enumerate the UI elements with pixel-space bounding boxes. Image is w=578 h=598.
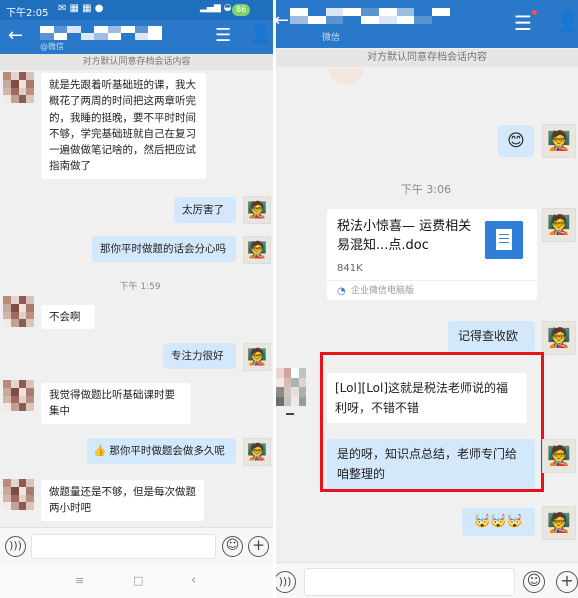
contact-avatar[interactable] [3,296,34,327]
message-input[interactable] [304,568,515,596]
status-bar: 下午2:05 ✉ ▦ ▦ ● ▂▄▆ ◒ 86 [0,0,273,20]
system-nav-bar: ≡ □ ‹ [0,565,273,598]
my-avatar[interactable]: 🧑‍🏫 [243,438,271,466]
archive-notice: 对方默认同意存档会话内容 [0,54,273,70]
message-bubble[interactable]: 记得查收欧 [448,321,535,352]
back-nav-icon[interactable]: ‹ [191,573,196,588]
my-avatar[interactable]: 🧑‍🏫 [542,124,576,158]
voice-input-icon[interactable]: ))) [5,536,26,557]
message-input[interactable] [31,534,216,559]
message-bubble[interactable]: 我觉得做题比听基础课时要集中 [41,383,191,424]
menu-nav-icon[interactable]: ≡ [75,574,84,587]
menu-icon[interactable]: ☰ [215,25,231,46]
my-avatar[interactable]: 🧑‍🏫 [243,196,271,224]
right-chat-screenshot: ← 微信 ☰ 👤 对方默认同意存档会话内容 😊 🧑‍🏫 下午 3:06 税法小惊… [276,0,578,598]
emoji-icon[interactable]: ☺ [222,536,243,557]
my-avatar[interactable]: 🧑‍🏫 [243,236,271,264]
contact-subtitle: 微信 [322,33,341,43]
my-avatar[interactable]: 🧑‍🏫 [542,506,576,540]
back-arrow-icon[interactable]: ← [8,25,23,46]
message-bubble[interactable]: 是的呀，知识点总结，老师专门给咱整理的 [327,439,535,489]
my-avatar[interactable]: 🧑‍🏫 [243,343,271,371]
timestamp: 下午 3:06 [400,183,452,196]
message-bubble[interactable]: 就是先跟着听基础班的课，我大概花了两周的时间把这两章听完的，我睡的挺晚，要不平时… [41,73,206,179]
menu-icon[interactable]: ☰ [514,11,532,35]
wecom-icon: ◔ [337,286,346,297]
message-bubble[interactable]: 那你平时做题的话会分心吗 [92,236,236,263]
file-card[interactable]: 税法小惊喜— 运费相关易混知...点.doc 841K ◔ 企业微信电脑版 [327,209,537,300]
chat-header: ← @微信 ☰ 👤 [0,20,273,54]
my-avatar[interactable]: 🧑‍🏫 [542,439,576,473]
contact-avatar[interactable] [3,479,34,510]
status-time: 下午2:05 [6,8,49,19]
profile-icon[interactable]: 👤 [249,24,271,45]
file-title: 税法小惊喜— 运费相关易混知...点.doc [337,219,472,253]
chat-header: ← 微信 ☰ 👤 [276,0,578,48]
battery-icon: 86 [232,4,251,16]
message-bubble[interactable]: 不会啊 [41,305,95,330]
contact-avatar[interactable] [3,72,34,103]
message-bubble[interactable]: 专注力很好 [163,343,236,370]
timestamp: 下午 1:59 [119,282,161,292]
contact-subtitle: @微信 [40,42,64,51]
doc-file-icon [485,221,523,259]
voice-input-icon[interactable]: ))) [276,571,296,593]
emoji-icon[interactable]: ☺ [523,571,545,593]
my-avatar[interactable]: 🧑‍🏫 [542,321,576,355]
previous-sticker-fragment [328,68,364,84]
status-notification-icons: ✉ ▦ ▦ ● [58,3,104,14]
message-bubble[interactable]: 做题量还是不够，但是每次做题两小时吧 [41,480,204,521]
my-avatar[interactable]: 🧑‍🏫 [542,208,576,242]
profile-icon[interactable]: 👤 [556,10,578,33]
file-size: 841K [337,263,363,274]
message-bubble[interactable]: 太厉害了 [174,197,236,224]
message-text: 那你平时做题会做多久呢 [109,445,225,457]
input-bar: ))) ☺ + [0,527,273,565]
signal-icon: ▂▄▆ ◒ [200,3,232,13]
contact-name-mosaic [290,8,450,24]
file-card-divider [327,280,537,281]
plus-icon[interactable]: + [556,571,578,593]
left-chat-screenshot: 下午2:05 ✉ ▦ ▦ ● ▂▄▆ ◒ 86 ← @微信 ☰ 👤 对方默认同意… [0,0,273,598]
message-bubble[interactable]: 🤯🤯🤯 [462,508,535,536]
contact-name-mosaic [40,26,162,40]
dash-mark [286,413,294,415]
contact-avatar[interactable] [3,380,34,411]
contact-avatar[interactable] [276,368,306,406]
message-bubble[interactable]: 👍 那你平时做题会做多久呢 [87,438,236,465]
message-bubble[interactable]: 😊 [498,125,534,157]
archive-notice: 对方默认同意存档会话内容 [276,49,578,67]
back-arrow-icon[interactable]: ← [276,10,289,31]
home-nav-icon[interactable]: □ [133,574,143,587]
plus-icon[interactable]: + [248,536,269,557]
file-source: 企业微信电脑版 [351,286,415,296]
unread-dot [532,10,537,15]
thumbs-up-icon: 👍 [93,445,107,457]
input-bar: ))) ☺ + [276,562,578,598]
message-bubble[interactable]: [Lol][Lol]这就是税法老师说的福利呀，不错不错 [327,373,527,423]
